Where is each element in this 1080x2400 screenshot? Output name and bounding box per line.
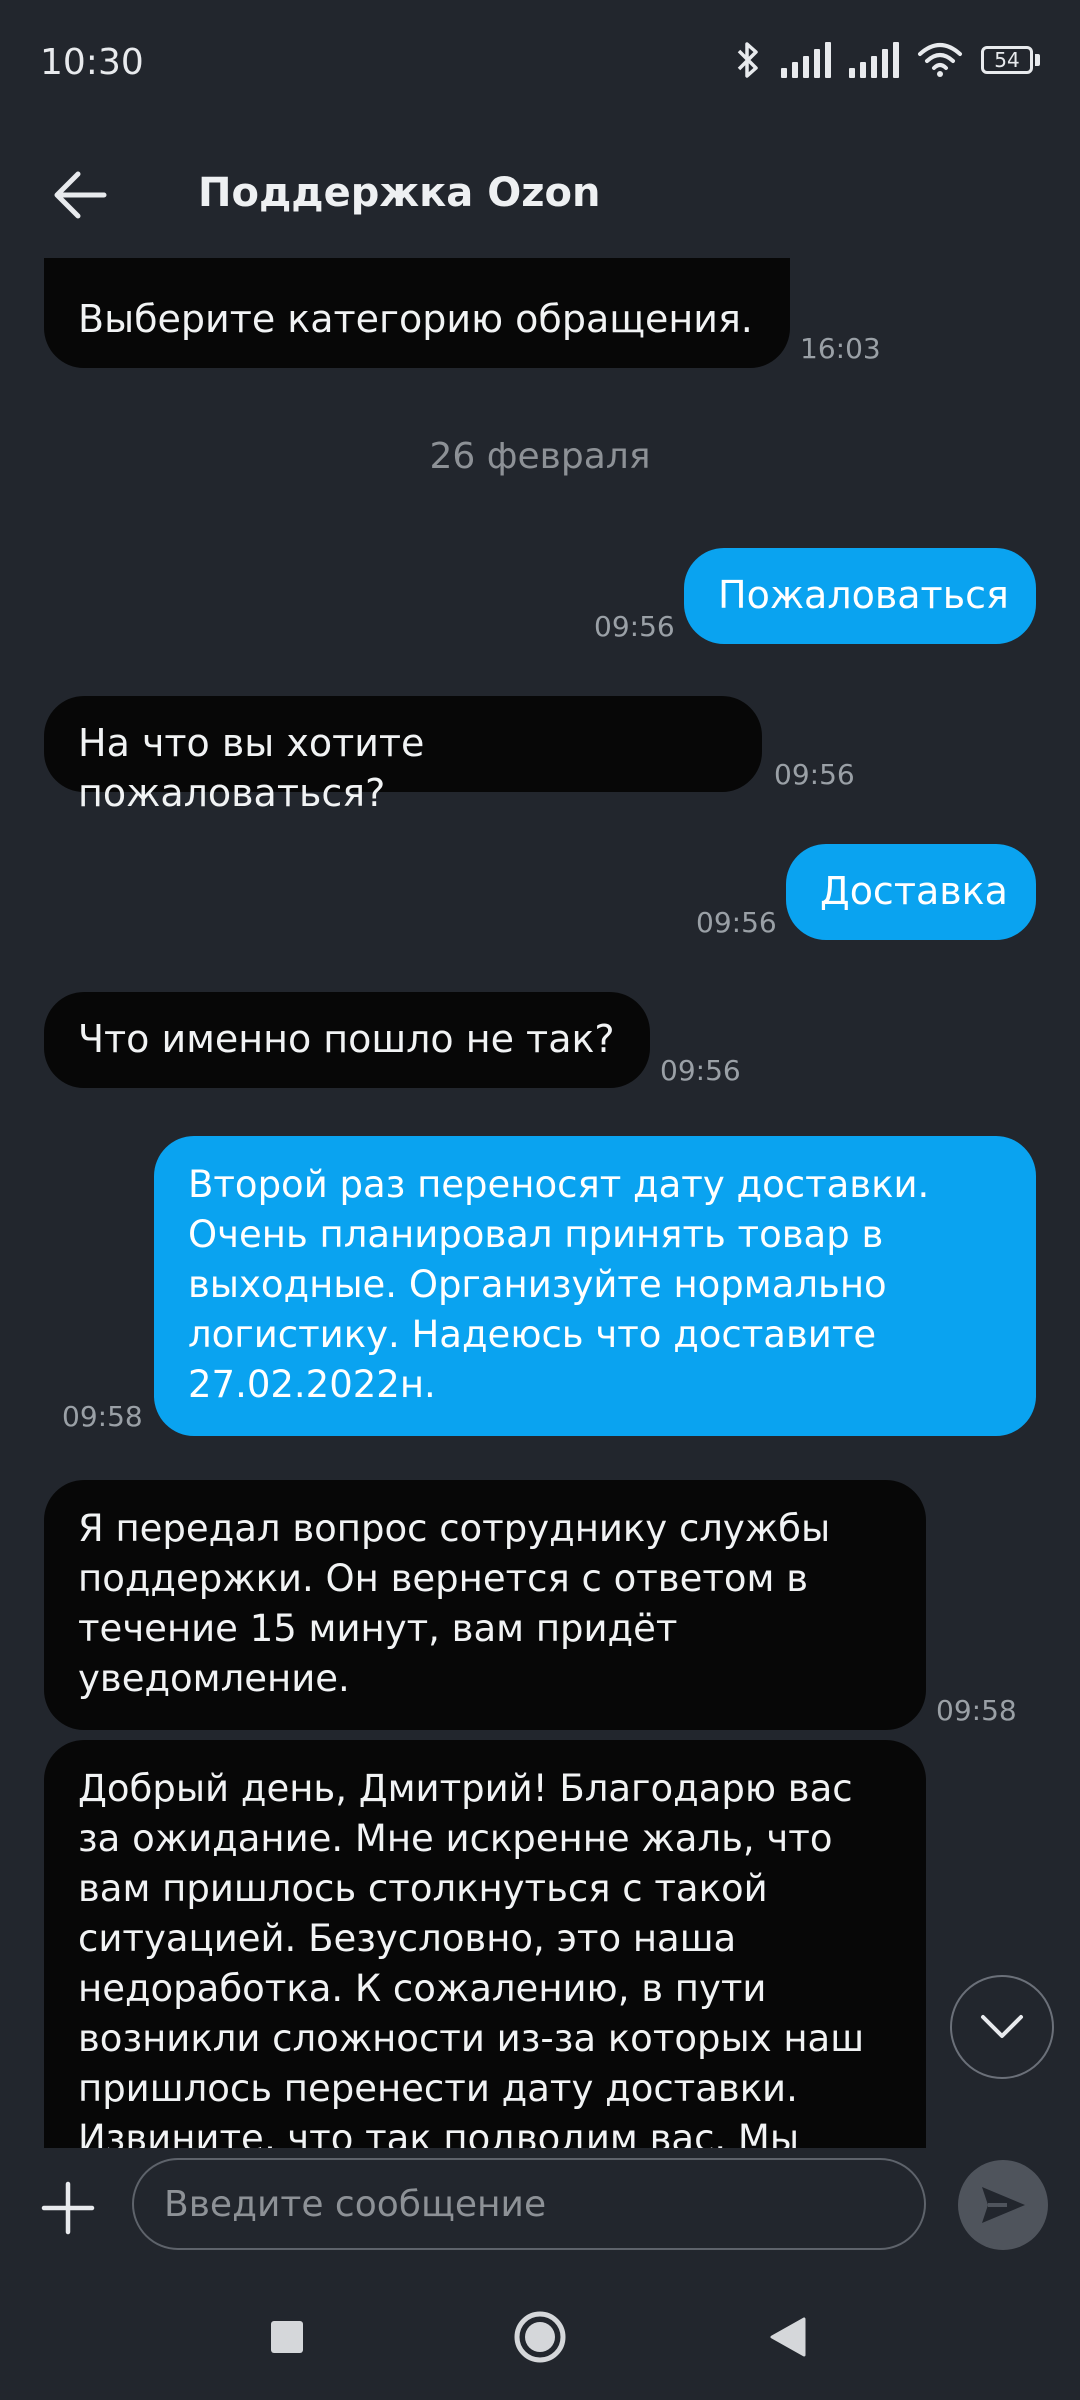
- outgoing-message[interactable]: Доставка: [786, 844, 1036, 940]
- square-icon: [271, 2321, 303, 2353]
- incoming-message[interactable]: Выберите категорию обращения.: [44, 258, 790, 368]
- chat-area[interactable]: Выберите категорию обращения. 16:03 26 ф…: [0, 258, 1080, 2148]
- app-bar: Поддержка Ozon: [0, 130, 1080, 260]
- message-time: 09:58: [62, 1400, 143, 1433]
- message-text: На что вы хотите пожаловаться?: [78, 721, 425, 815]
- status-time: 10:30: [40, 42, 144, 83]
- incoming-message[interactable]: Добрый день, Дмитрий! Благодарю вас за о…: [44, 1740, 926, 2148]
- plus-icon: [41, 2181, 95, 2235]
- message-text: Добрый день, Дмитрий! Благодарю вас за о…: [78, 1767, 865, 2148]
- message-time: 16:03: [800, 332, 881, 365]
- message-time: 09:58: [936, 1694, 1017, 1727]
- outgoing-message[interactable]: Второй раз переносят дату доставки. Очен…: [154, 1136, 1036, 1436]
- incoming-message[interactable]: На что вы хотите пожаловаться?: [44, 696, 762, 815]
- message-time: 09:56: [774, 758, 855, 791]
- message-text: Пожаловаться: [718, 573, 1009, 617]
- message-input[interactable]: [132, 2158, 926, 2250]
- message-text: Второй раз переносят дату доставки. Очен…: [188, 1163, 930, 1406]
- incoming-message[interactable]: Что именно пошло не так?: [44, 992, 650, 1088]
- message-time: 09:56: [594, 610, 675, 643]
- scroll-down-button[interactable]: [950, 1975, 1054, 2079]
- triangle-left-icon: [770, 2317, 806, 2357]
- status-icons: 54: [733, 40, 1040, 80]
- message-text: Я передал вопрос сотруднику службы подде…: [78, 1507, 831, 1700]
- back-button[interactable]: [40, 155, 120, 235]
- message-time: 09:56: [696, 906, 777, 939]
- message-text: Что именно пошло не так?: [78, 1017, 615, 1061]
- nav-home-button[interactable]: [505, 2302, 575, 2372]
- wifi-icon: [918, 43, 962, 77]
- status-bar: 10:30 54: [0, 0, 1080, 130]
- signal-icon-2: [849, 42, 899, 78]
- add-attachment-button[interactable]: [30, 2170, 106, 2246]
- page-title: Поддержка Ozon: [198, 170, 601, 216]
- nav-recent-button[interactable]: [252, 2302, 322, 2372]
- send-button[interactable]: [958, 2160, 1048, 2250]
- bluetooth-icon: [737, 42, 758, 78]
- circle-icon: [514, 2311, 566, 2363]
- battery-level: 54: [981, 46, 1033, 74]
- incoming-message[interactable]: Я передал вопрос сотруднику службы подде…: [44, 1480, 926, 1730]
- message-text: Выберите категорию обращения.: [78, 297, 753, 341]
- message-composer: [0, 2148, 1080, 2268]
- arrow-left-icon: [54, 171, 107, 219]
- nav-back-button[interactable]: [752, 2302, 822, 2372]
- outgoing-message[interactable]: Пожаловаться: [684, 548, 1036, 644]
- system-nav-bar: [0, 2268, 1080, 2400]
- message-text: Доставка: [820, 869, 1008, 913]
- battery-icon: 54: [981, 46, 1040, 74]
- signal-icon: [781, 42, 831, 78]
- send-icon: [982, 2187, 1025, 2223]
- date-separator: 26 февраля: [429, 436, 651, 477]
- message-time: 09:56: [660, 1054, 741, 1087]
- chevron-down-icon: [981, 2015, 1023, 2038]
